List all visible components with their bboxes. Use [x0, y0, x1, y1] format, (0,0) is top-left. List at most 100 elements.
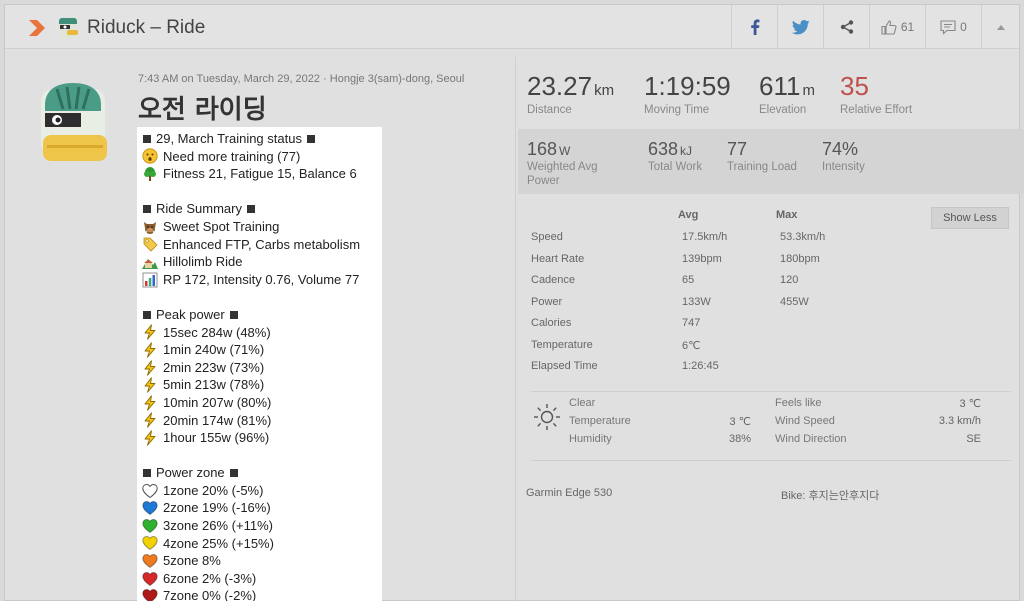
peak-power-item: 2min 223w (73%): [142, 359, 382, 377]
show-less-button[interactable]: Show Less: [931, 207, 1009, 229]
weather-wind-direction-value: SE: [966, 433, 981, 445]
weighted-power-unit: W: [559, 144, 571, 158]
stat-elevation: 611 m Elevation: [759, 71, 815, 116]
heart-icon: [142, 483, 158, 498]
weather-wind-speed-label: Wind Speed: [775, 415, 835, 427]
weather-humidity-label: Humidity: [569, 433, 612, 445]
lightning-icon: [144, 377, 156, 393]
stat-moving-time: 1:19:59 Moving Time: [644, 71, 731, 116]
distance-label: Distance: [527, 104, 572, 116]
training-fitness-line: Fitness 21, Fatigue 15, Balance 6: [142, 165, 382, 183]
intensity-label: Intensity: [822, 161, 865, 173]
weather-wind-speed-value: 3.3 km/h: [938, 415, 981, 427]
weather-divider-bottom: [531, 460, 1011, 461]
weighted-power-label: Weighted Avg Power: [527, 161, 598, 187]
relative-effort-label: Relative Effort: [840, 104, 913, 116]
training-load-value: 77: [727, 139, 748, 159]
peak-power-item: 5min 213w (78%): [142, 376, 382, 394]
power-zone-list: 1zone 20% (-5%) 2zone 19% (-16%) 3zone 26%…: [142, 482, 382, 601]
bar-chart-icon: [142, 272, 158, 287]
power-zone-item: 6zone 2% (-3%): [142, 570, 382, 588]
peak-power-heading: Peak power: [142, 306, 382, 324]
training-need-line: Need more training (77): [142, 148, 382, 166]
bike-name: Bike: 후지는안후지다: [781, 490, 880, 502]
activity-description: 29, March Training status Need more trai…: [137, 127, 382, 601]
detail-row: Speed 17.5km/h 53.3km/h: [531, 231, 825, 243]
weather-wind-direction-label: Wind Direction: [775, 433, 847, 445]
label-tag-icon: [143, 237, 158, 252]
detail-row: Calories 747: [531, 317, 700, 329]
detail-label: Heart Rate: [531, 253, 585, 265]
detail-max: 455W: [780, 296, 809, 308]
mountain-hut-icon: [142, 258, 158, 269]
twitter-share-button[interactable]: [777, 5, 823, 49]
power-zone-item: 1zone 20% (-5%): [142, 482, 382, 500]
power-zone-item: 3zone 26% (+11%): [142, 517, 382, 535]
detail-label: Cadence: [531, 274, 576, 286]
weather-feels-like-value: 3 ℃: [959, 398, 981, 410]
summary-line-4: RP 172, Intensity 0.76, Volume 77: [142, 271, 382, 289]
duck-avatar: [41, 83, 107, 161]
like-count: 61: [900, 20, 915, 34]
facebook-share-button[interactable]: [731, 5, 777, 49]
detail-label: Power: [531, 296, 563, 308]
caret-up-icon: [996, 25, 1005, 30]
lightning-icon: [144, 412, 156, 428]
worried-face-icon: [142, 148, 158, 164]
distance-value: 23.27: [527, 71, 593, 101]
share-button[interactable]: [823, 5, 869, 49]
detail-max: 120: [780, 274, 799, 286]
activity-meta: 7:43 AM on Tuesday, March 29, 2022 · Hon…: [138, 73, 465, 85]
tree-icon: [144, 166, 156, 181]
header-actions: 61 0: [731, 5, 1019, 49]
twitter-icon: [791, 19, 809, 34]
moving-time-label: Moving Time: [644, 104, 710, 116]
detail-row: Temperature 6℃: [531, 339, 700, 352]
moving-time-value: 1:19:59: [644, 71, 731, 101]
elevation-unit: m: [802, 82, 815, 99]
comment-count: 0: [960, 20, 967, 34]
peak-power-list: 15sec 284w (48%) 1min 240w (71%) 2min 223w…: [142, 324, 382, 447]
stat-relative-effort[interactable]: 35 Relative Effort: [840, 71, 912, 116]
facebook-icon: [750, 19, 759, 35]
summary-line-2: Enhanced FTP, Carbs metabolism: [142, 236, 382, 254]
total-work-label: Total Work: [648, 161, 703, 173]
stat-training-load: 77 Training Load: [727, 139, 797, 174]
boar-face-icon: [144, 221, 156, 234]
detail-row: Heart Rate 139bpm 180bpm: [531, 253, 820, 265]
max-header: Max: [776, 209, 798, 221]
detail-row: Cadence 65 120: [531, 274, 798, 286]
avg-header: Avg: [678, 209, 699, 221]
lightning-icon: [144, 359, 156, 376]
power-zone-item: 7zone 0% (-2%): [142, 587, 382, 601]
training-status-heading: 29, March Training status: [142, 130, 382, 148]
thumbs-up-icon: [881, 19, 897, 35]
weather-divider-top: [531, 391, 1011, 392]
peak-power-item: 15sec 284w (48%): [142, 324, 382, 342]
peak-power-item: 10min 207w (80%): [142, 394, 382, 412]
lightning-icon: [144, 342, 156, 358]
activity-page: Riduck – Ride 61 0 7:43 AM on Tuesday, M…: [4, 4, 1024, 601]
lightning-icon: [144, 430, 156, 446]
heart-icon: [142, 501, 158, 516]
total-work-unit: kJ: [680, 144, 693, 158]
page-header: Riduck – Ride 61 0: [5, 5, 1019, 49]
detail-avg: 1:26:45: [682, 360, 719, 372]
weighted-power-value: 168: [527, 139, 558, 159]
detail-avg: 139bpm: [682, 253, 722, 265]
comment-button[interactable]: 0: [925, 5, 981, 49]
power-zone-item: 5zone 8%: [142, 552, 382, 570]
detail-label: Speed: [531, 231, 563, 243]
detail-max: 53.3km/h: [780, 231, 826, 243]
weather-temperature-value: 3 ℃: [729, 416, 751, 428]
duck-logo-icon: [59, 18, 78, 38]
stat-weighted-power: 168 W Weighted Avg Power: [527, 139, 598, 188]
riduck-chevron-icon: [29, 20, 45, 36]
lightning-icon: [144, 324, 156, 340]
elevation-value: 611: [759, 71, 801, 101]
detail-avg: 747: [682, 317, 701, 329]
collapse-button[interactable]: [981, 5, 1019, 49]
column-divider: [515, 57, 516, 601]
ride-summary-heading: Ride Summary: [142, 200, 382, 218]
like-button[interactable]: 61: [869, 5, 925, 49]
